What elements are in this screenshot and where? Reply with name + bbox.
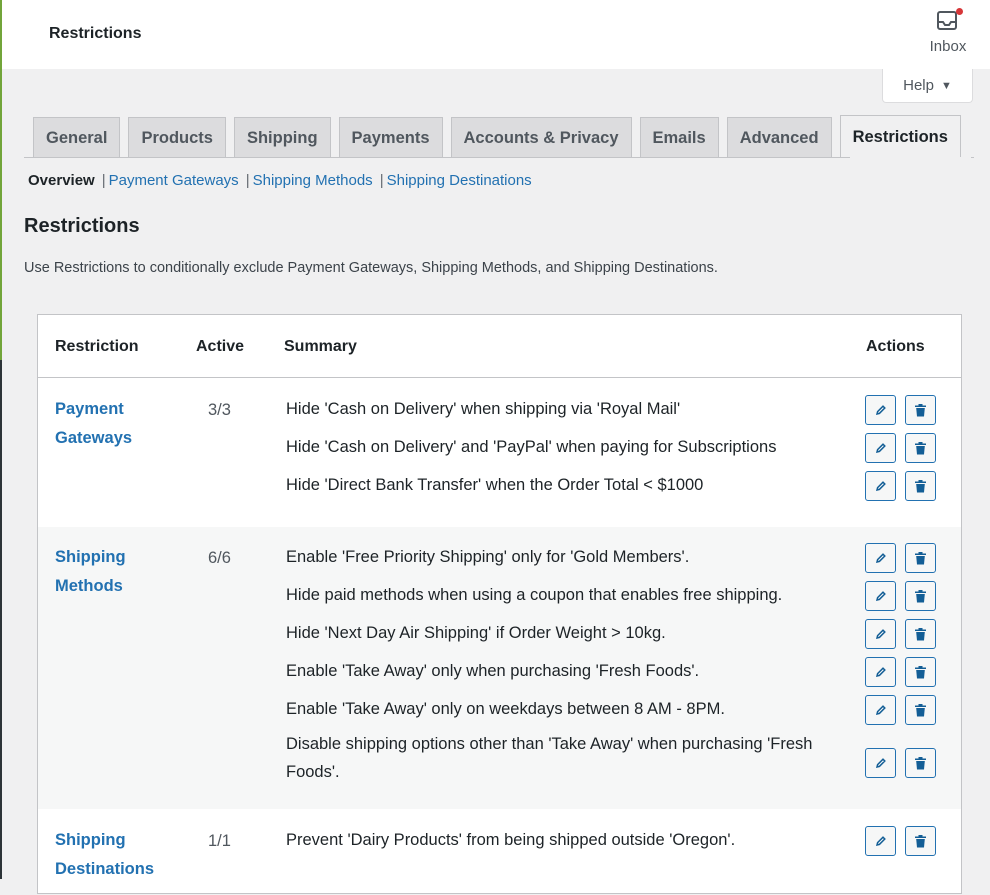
pencil-icon [875,553,886,564]
restrictions-table: Restriction Active Summary Actions Payme… [37,314,962,894]
edit-button[interactable] [865,395,896,425]
tab-payments[interactable]: Payments [338,117,443,158]
subnav-overview: Overview [28,172,95,189]
rule-summary: Hide 'Cash on Delivery' and 'PayPal' whe… [286,438,777,456]
top-header-bar: Restrictions Inbox [2,0,990,69]
header-actions: Actions [866,338,925,355]
help-button[interactable]: Help ▼ [882,69,973,103]
header-restriction: Restriction [55,338,139,355]
inbox-button[interactable]: Inbox [926,8,970,55]
tab-general[interactable]: General [33,117,121,158]
tab-shipping[interactable]: Shipping [233,117,331,158]
rule-summary: Hide 'Direct Bank Transfer' when the Ord… [286,476,704,494]
table-header: Restriction Active Summary Actions [38,315,961,378]
group-name-link[interactable]: Shipping Methods [55,543,165,600]
delete-button[interactable] [905,471,936,501]
sub-navigation: Overview | Payment Gateways | Shipping M… [28,172,532,189]
group-shipping-destinations: Shipping Destinations 1/1 Prevent 'Dairy… [38,809,961,895]
group-active-count: 3/3 [208,401,231,419]
tab-advanced[interactable]: Advanced [726,117,832,158]
delete-button[interactable] [905,395,936,425]
trash-icon [915,665,926,678]
rule-summary: Disable shipping options other than 'Tak… [286,735,813,781]
tab-divider [24,157,974,158]
subnav-payment-gateways-link[interactable]: Payment Gateways [109,172,239,189]
subnav-shipping-methods-link[interactable]: Shipping Methods [253,172,373,189]
trash-icon [915,403,926,416]
subnav-separator: | [245,172,250,189]
group-name-link[interactable]: Payment Gateways [55,395,165,452]
section-description: Use Restrictions to conditionally exclud… [24,260,718,276]
tab-divider-gap [850,157,971,158]
delete-button[interactable] [905,543,936,573]
group-name-link[interactable]: Shipping Destinations [55,826,175,883]
inbox-notification-dot [956,8,963,15]
page-title: Restrictions [49,25,142,42]
delete-button[interactable] [905,619,936,649]
delete-button[interactable] [905,433,936,463]
pencil-icon [875,405,886,416]
tab-accounts-privacy[interactable]: Accounts & Privacy [450,117,632,158]
inbox-label: Inbox [929,38,967,55]
pencil-icon [875,836,886,847]
group-active-count: 6/6 [208,549,231,567]
edit-button[interactable] [865,543,896,573]
tab-products[interactable]: Products [128,117,226,158]
trash-icon [915,834,926,847]
inbox-icon [936,8,963,32]
rule-summary: Enable 'Take Away' only when purchasing … [286,662,700,680]
edit-button[interactable] [865,581,896,611]
section-heading: Restrictions [24,215,140,237]
caret-down-icon: ▼ [940,79,952,92]
delete-button[interactable] [905,657,936,687]
edit-button[interactable] [865,619,896,649]
delete-button[interactable] [905,826,936,856]
rule-summary: Enable 'Take Away' only on weekdays betw… [286,700,725,718]
trash-icon [915,756,926,769]
rule-summary: Prevent 'Dairy Products' from being ship… [286,831,736,849]
group-active-count: 1/1 [208,832,231,850]
trash-icon [915,441,926,454]
tab-restrictions[interactable]: Restrictions [839,115,961,158]
delete-button[interactable] [905,748,936,778]
subnav-shipping-destinations-link[interactable]: Shipping Destinations [387,172,532,189]
edit-button[interactable] [865,748,896,778]
edit-button[interactable] [865,695,896,725]
edit-button[interactable] [865,471,896,501]
delete-button[interactable] [905,581,936,611]
tab-emails[interactable]: Emails [639,117,719,158]
trash-icon [915,627,926,640]
trash-icon [915,551,926,564]
trash-icon [915,703,926,716]
pencil-icon [875,481,886,492]
pencil-icon [875,705,886,716]
header-summary: Summary [284,338,357,355]
rule-summary: Hide 'Cash on Delivery' when shipping vi… [286,400,681,418]
pencil-icon [875,591,886,602]
admin-sidebar-edge-dark [0,360,2,879]
subnav-separator: | [379,172,384,189]
rule-summary: Enable 'Free Priority Shipping' only for… [286,548,690,566]
rule-summary: Hide 'Next Day Air Shipping' if Order We… [286,624,666,642]
group-shipping-methods: Shipping Methods 6/6 Enable 'Free Priori… [38,527,961,809]
edit-button[interactable] [865,433,896,463]
edit-button[interactable] [865,657,896,687]
pencil-icon [875,667,886,678]
trash-icon [915,479,926,492]
rule-summary: Hide paid methods when using a coupon th… [286,586,783,604]
help-label: Help [903,77,934,94]
delete-button[interactable] [905,695,936,725]
trash-icon [915,589,926,602]
subnav-separator: | [101,172,106,189]
group-payment-gateways: Payment Gateways 3/3 Hide 'Cash on Deliv… [38,379,961,527]
header-active: Active [196,338,245,355]
pencil-icon [875,758,886,769]
edit-button[interactable] [865,826,896,856]
pencil-icon [875,443,886,454]
pencil-icon [875,629,886,640]
settings-tabs: General Products Shipping Payments Accou… [33,115,961,158]
